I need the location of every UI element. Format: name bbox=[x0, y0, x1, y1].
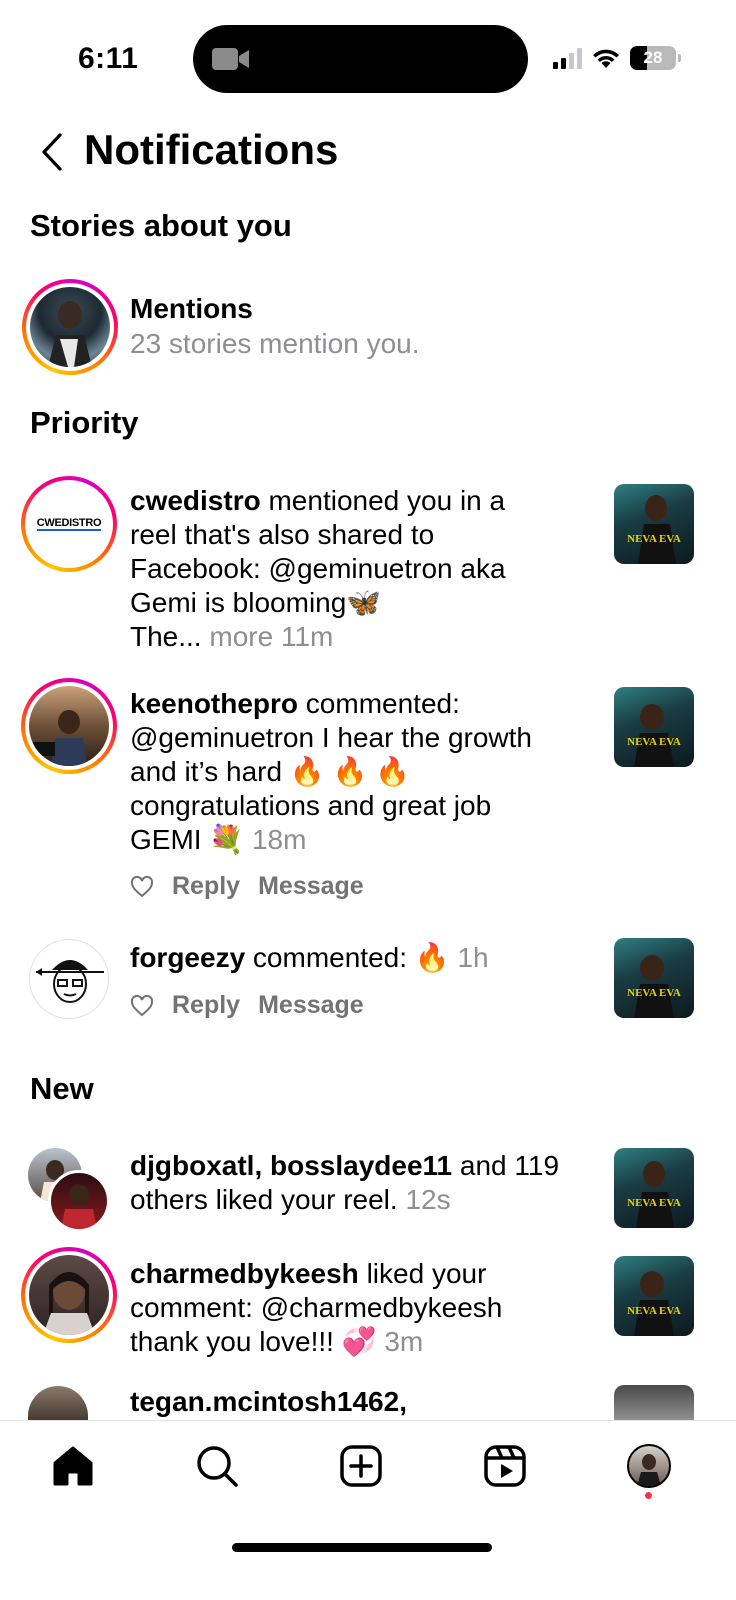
chevron-left-icon bbox=[42, 133, 62, 171]
notification-forgeezy[interactable]: forgeezy commented: 🔥 1h bbox=[130, 941, 600, 975]
svg-text:NEVA EVA: NEVA EVA bbox=[627, 987, 681, 999]
page-title: Notifications bbox=[84, 126, 339, 173]
tab-create[interactable] bbox=[336, 1441, 386, 1491]
avatar-charmedbykeesh[interactable] bbox=[21, 1247, 117, 1343]
bottom-tab-bar bbox=[0, 1420, 736, 1600]
section-heading-stories: Stories about you bbox=[30, 208, 292, 243]
mentions-subtitle: 23 stories mention you. bbox=[130, 328, 420, 359]
reel-thumbnail[interactable]: NEVA EVA bbox=[614, 484, 694, 564]
notification-tegan[interactable]: tegan.mcintosh1462, bbox=[130, 1385, 600, 1419]
more-link[interactable]: more bbox=[209, 621, 273, 652]
tab-reels[interactable] bbox=[480, 1441, 530, 1491]
message-button[interactable]: Message bbox=[258, 991, 364, 1020]
back-button[interactable] bbox=[34, 130, 70, 174]
svg-text:NEVA EVA: NEVA EVA bbox=[627, 1197, 681, 1209]
status-icons: 28 bbox=[553, 46, 681, 70]
message-button[interactable]: Message bbox=[258, 872, 364, 901]
reply-button[interactable]: Reply bbox=[172, 872, 240, 901]
video-camera-icon bbox=[212, 48, 249, 70]
section-heading-new: New bbox=[30, 1071, 94, 1106]
reels-icon bbox=[484, 1445, 526, 1487]
section-heading-priority: Priority bbox=[30, 405, 139, 440]
reel-thumbnail[interactable]: NEVA EVA bbox=[614, 938, 694, 1018]
tab-home[interactable] bbox=[48, 1441, 98, 1491]
status-bar: 6:11 28 bbox=[0, 0, 736, 110]
svg-text:NEVA EVA: NEVA EVA bbox=[627, 736, 681, 748]
comment-actions: Reply Message bbox=[130, 991, 364, 1020]
home-icon bbox=[53, 1446, 93, 1486]
header: Notifications bbox=[0, 120, 736, 184]
dynamic-island bbox=[193, 25, 528, 93]
svg-text:NEVA EVA: NEVA EVA bbox=[627, 1305, 681, 1317]
avatar-cwedistro[interactable]: CWEDISTRO bbox=[21, 476, 117, 572]
avatar-keenothepro[interactable] bbox=[21, 678, 117, 774]
mentions-title[interactable]: Mentions bbox=[130, 292, 253, 326]
home-indicator bbox=[232, 1543, 492, 1552]
mentions-avatar[interactable] bbox=[22, 279, 118, 375]
reel-thumbnail[interactable] bbox=[614, 1385, 694, 1425]
heart-icon[interactable] bbox=[130, 994, 154, 1018]
battery-icon: 28 bbox=[630, 46, 681, 70]
notification-charmedbykeesh[interactable]: charmedbykeesh liked your comment: @char… bbox=[130, 1257, 600, 1359]
profile-notification-dot bbox=[645, 1492, 652, 1499]
tab-search[interactable] bbox=[192, 1441, 242, 1491]
svg-text:NEVA EVA: NEVA EVA bbox=[627, 533, 681, 545]
status-time: 6:11 bbox=[78, 42, 139, 75]
cellular-signal-icon bbox=[553, 47, 582, 69]
comment-actions: Reply Message bbox=[130, 872, 364, 901]
wifi-icon bbox=[593, 49, 619, 68]
cwedistro-logo: CWEDISTRO bbox=[36, 517, 102, 531]
reel-thumbnail[interactable]: NEVA EVA bbox=[614, 687, 694, 767]
reply-button[interactable]: Reply bbox=[172, 991, 240, 1020]
heart-icon[interactable] bbox=[130, 875, 154, 899]
profile-avatar bbox=[627, 1444, 671, 1488]
reel-thumbnail[interactable]: NEVA EVA bbox=[614, 1148, 694, 1228]
tab-profile[interactable] bbox=[624, 1441, 674, 1491]
search-icon bbox=[197, 1446, 238, 1487]
create-icon bbox=[340, 1445, 382, 1487]
stacked-avatars[interactable] bbox=[28, 1148, 112, 1232]
reel-thumbnail[interactable]: NEVA EVA bbox=[614, 1256, 694, 1336]
avatar-forgeezy[interactable] bbox=[29, 939, 109, 1019]
notification-likes-reel[interactable]: djgboxatl, bosslaydee11 and 119 others l… bbox=[130, 1149, 600, 1217]
notification-cwedistro[interactable]: cwedistro mentioned you in a reel that's… bbox=[130, 484, 600, 654]
battery-level: 28 bbox=[643, 48, 663, 67]
notification-keenothepro[interactable]: keenothepro commented: @geminuetron I he… bbox=[130, 687, 600, 857]
